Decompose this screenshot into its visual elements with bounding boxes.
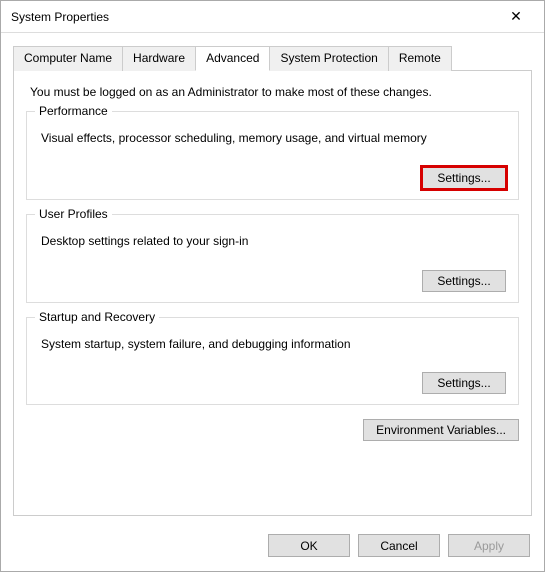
group-user-profiles-desc: Desktop settings related to your sign-in (41, 233, 506, 250)
group-startup-recovery-button-row: Settings... (39, 372, 506, 394)
group-user-profiles-legend: User Profiles (35, 207, 112, 221)
group-performance-desc: Visual effects, processor scheduling, me… (41, 130, 506, 147)
group-startup-recovery-desc: System startup, system failure, and debu… (41, 336, 506, 353)
titlebar: System Properties ✕ (1, 1, 544, 33)
tab-system-protection[interactable]: System Protection (269, 46, 388, 71)
close-button[interactable]: ✕ (496, 3, 536, 31)
tab-content-advanced: You must be logged on as an Administrato… (13, 71, 532, 516)
window-title: System Properties (11, 10, 496, 24)
group-user-profiles: User Profiles Desktop settings related t… (26, 214, 519, 303)
cancel-button[interactable]: Cancel (358, 534, 440, 557)
apply-button[interactable]: Apply (448, 534, 530, 557)
tab-computer-name[interactable]: Computer Name (13, 46, 123, 71)
group-performance-legend: Performance (35, 104, 112, 118)
tabstrip: Computer Name Hardware Advanced System P… (13, 45, 532, 71)
group-startup-recovery: Startup and Recovery System startup, sys… (26, 317, 519, 406)
admin-note: You must be logged on as an Administrato… (30, 85, 519, 99)
tab-hardware[interactable]: Hardware (122, 46, 196, 71)
environment-variables-button[interactable]: Environment Variables... (363, 419, 519, 441)
system-properties-window: System Properties ✕ Computer Name Hardwa… (0, 0, 545, 572)
environment-variables-row: Environment Variables... (26, 419, 519, 441)
group-user-profiles-button-row: Settings... (39, 270, 506, 292)
tab-remote[interactable]: Remote (388, 46, 452, 71)
close-icon: ✕ (510, 8, 522, 25)
group-performance: Performance Visual effects, processor sc… (26, 111, 519, 200)
group-performance-button-row: Settings... (39, 167, 506, 189)
startup-recovery-settings-button[interactable]: Settings... (422, 372, 506, 394)
tab-advanced[interactable]: Advanced (195, 46, 270, 71)
dialog-footer: OK Cancel Apply (1, 524, 544, 571)
ok-button[interactable]: OK (268, 534, 350, 557)
group-startup-recovery-legend: Startup and Recovery (35, 310, 159, 324)
performance-settings-button[interactable]: Settings... (422, 167, 506, 189)
user-profiles-settings-button[interactable]: Settings... (422, 270, 506, 292)
